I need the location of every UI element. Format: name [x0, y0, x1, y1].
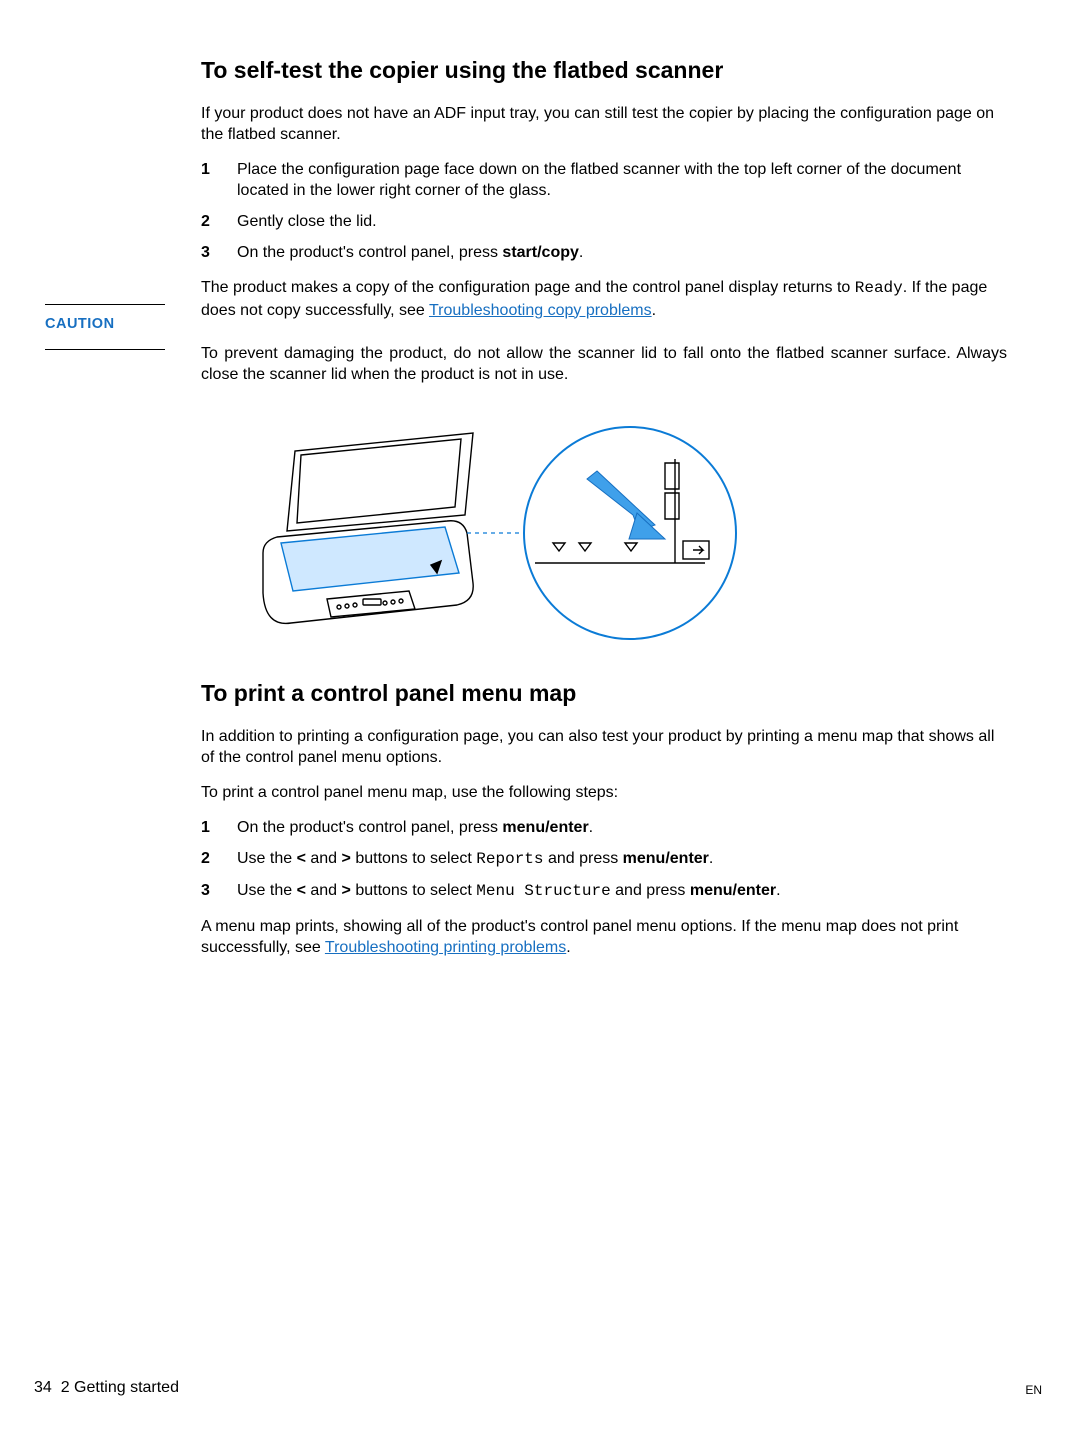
section2-steps: 1 On the product's control panel, press … — [201, 817, 1007, 902]
caution-rule-bottom — [45, 349, 165, 350]
section2-intro: In addition to printing a configuration … — [201, 726, 1007, 768]
step-number: 2 — [201, 211, 210, 232]
step-number: 1 — [201, 159, 210, 180]
step-text: Use the < and > buttons to select Report… — [237, 850, 713, 867]
step-text: Place the configuration page face down o… — [237, 161, 961, 199]
step: 2 Use the < and > buttons to select Repo… — [201, 848, 1007, 870]
step: 1 On the product's control panel, press … — [201, 817, 1007, 838]
step-number: 2 — [201, 848, 210, 869]
step-number: 1 — [201, 817, 210, 838]
section1-steps: 1 Place the configuration page face down… — [201, 159, 1007, 263]
placement-arrow-icon — [587, 471, 665, 539]
footer-language: EN — [1025, 1383, 1042, 1397]
footer-left: 34 2 Getting started — [34, 1379, 179, 1397]
step: 3 Use the < and > buttons to select Menu… — [201, 880, 1007, 902]
chapter-title: 2 Getting started — [61, 1379, 179, 1396]
step-text: Gently close the lid. — [237, 213, 377, 230]
step-number: 3 — [201, 880, 210, 901]
section1-intro: If your product does not have an ADF inp… — [201, 103, 1007, 145]
step: 1 Place the configuration page face down… — [201, 159, 1007, 201]
troubleshooting-copy-link[interactable]: Troubleshooting copy problems — [429, 302, 652, 319]
section2-result: A menu map prints, showing all of the pr… — [201, 916, 1007, 958]
section2-heading: To print a control panel menu map — [201, 679, 1007, 708]
step: 3 On the product's control panel, press … — [201, 242, 1007, 263]
printer-open-lid-icon — [235, 423, 745, 649]
section1-result: The product makes a copy of the configur… — [201, 277, 1007, 320]
section2-lead: To print a control panel menu map, use t… — [201, 782, 1007, 803]
caution-text: To prevent damaging the product, do not … — [201, 343, 1007, 385]
document-placement-detail-icon — [524, 427, 736, 639]
ready-state: Ready — [855, 279, 903, 297]
step-text: Use the < and > buttons to select Menu S… — [237, 882, 781, 899]
troubleshooting-print-link[interactable]: Troubleshooting printing problems — [325, 939, 566, 956]
step-text: On the product's control panel, press me… — [237, 819, 593, 836]
step-text: On the product's control panel, press st… — [237, 244, 583, 261]
caution-rule-top — [45, 304, 165, 305]
flatbed-illustration — [235, 423, 745, 649]
caution-label: CAUTION — [45, 316, 165, 332]
step-number: 3 — [201, 242, 210, 263]
manual-page: CAUTION To self-test the copier using th… — [0, 0, 1080, 1438]
step: 2 Gently close the lid. — [201, 211, 1007, 232]
main-content: To self-test the copier using the flatbe… — [201, 56, 1007, 972]
section1-heading: To self-test the copier using the flatbe… — [201, 56, 1007, 85]
page-number: 34 — [34, 1379, 52, 1396]
